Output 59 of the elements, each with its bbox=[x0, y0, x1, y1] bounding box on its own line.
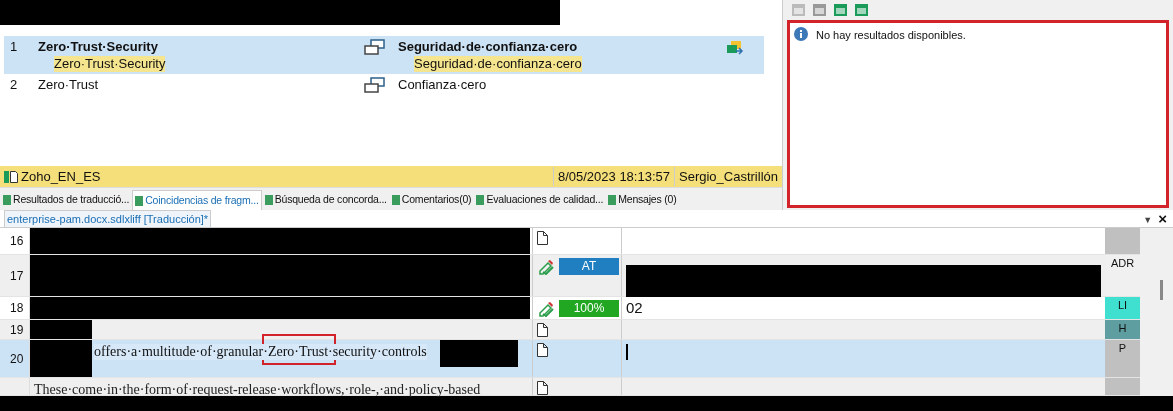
document-icon bbox=[537, 323, 548, 337]
target-text: 02 bbox=[626, 299, 643, 317]
source-term: Zero·Trust·Security bbox=[38, 38, 159, 56]
info-icon bbox=[794, 27, 808, 41]
match-date: 8/05/2023 18:13:57 bbox=[552, 166, 674, 187]
target-subterm: Seguridad·de·confianza·cero bbox=[414, 56, 582, 72]
tab-icon bbox=[476, 195, 485, 205]
tab-icon bbox=[608, 195, 617, 205]
pen-check-icon bbox=[537, 300, 555, 317]
text-cursor bbox=[626, 344, 628, 360]
segment-row[interactable]: 16 bbox=[0, 228, 1140, 255]
match-user: Sergio_Castrillón bbox=[674, 166, 782, 187]
apply-icon[interactable] bbox=[726, 40, 744, 56]
linked-windows-icon bbox=[364, 39, 386, 55]
document-tab[interactable]: enterprise-pam.docx.sdlxliff [Traducción]* bbox=[4, 209, 212, 227]
panel-tab[interactable]: Evaluaciones de calidad... bbox=[474, 190, 606, 210]
segment-row[interactable]: 17 AT ADR bbox=[0, 255, 1140, 297]
toolbar-icon[interactable] bbox=[854, 3, 869, 17]
memory-name: Zoho_EN_ES bbox=[21, 167, 102, 186]
toolbar-icon[interactable] bbox=[833, 3, 848, 17]
panel-tab[interactable]: Mensajes (0) bbox=[606, 190, 679, 210]
toolbar-icon[interactable] bbox=[812, 3, 827, 17]
segment-row[interactable]: 20 offers·a·multitude·of·granular·Zero·Trust·security·controls P bbox=[0, 340, 1140, 378]
source-text: offers·a·multitude·of·granular·Zero·Trust·security·controls bbox=[94, 344, 427, 360]
structure-cell: H bbox=[1105, 320, 1140, 339]
match-row[interactable]: 1 Zero·Trust·Security Zero·Trust·Security Seguridad·de·confianza·cero Seguridad·de·confianza·cero bbox=[4, 36, 764, 74]
source-subterm: Zero·Trust·Security bbox=[54, 56, 166, 72]
memory-icon bbox=[3, 168, 19, 185]
panel-tab[interactable]: Búsqueda de concorda... bbox=[262, 190, 389, 210]
structure-cell: P bbox=[1105, 340, 1140, 377]
structure-cell: LI bbox=[1105, 297, 1140, 319]
segment-row[interactable]: 18 100% 02 LI bbox=[0, 297, 1140, 320]
document-icon bbox=[537, 381, 548, 395]
document-icon bbox=[537, 231, 548, 245]
target-term: Confianza·cero bbox=[398, 76, 488, 94]
tab-icon bbox=[391, 195, 400, 205]
source-text: These·come·in·the·form·of·request-release·workflows,·role-,·and·policy-based bbox=[34, 382, 481, 398]
tab-icon bbox=[264, 195, 273, 205]
dropdown-button[interactable]: ▼ bbox=[1143, 213, 1153, 227]
close-button[interactable]: × bbox=[1158, 211, 1167, 227]
segment-row[interactable]: 19 H bbox=[0, 320, 1140, 340]
source-term: Zero·Trust bbox=[38, 76, 100, 94]
panel-tab[interactable]: Resultados de traducció... bbox=[1, 190, 132, 210]
document-icon bbox=[537, 343, 548, 357]
tab-icon bbox=[3, 195, 11, 205]
linked-windows-icon bbox=[364, 77, 386, 93]
target-term: Seguridad·de·confianza·cero bbox=[398, 38, 579, 56]
pen-check-icon bbox=[537, 258, 555, 275]
scrollbar-thumb[interactable] bbox=[1160, 280, 1163, 300]
panel-tab[interactable]: Coincidencias de fragm... bbox=[132, 190, 262, 210]
tab-icon bbox=[135, 195, 144, 206]
row-number: 2 bbox=[9, 76, 19, 94]
row-number: 1 bbox=[9, 38, 19, 56]
info-message: No hay resultados disponibles. bbox=[816, 28, 966, 43]
toolbar-icon[interactable] bbox=[791, 3, 806, 17]
panel-tab[interactable]: Comentarios(0) bbox=[389, 190, 474, 210]
match-badge: 100% bbox=[559, 300, 619, 317]
status-badge: AT bbox=[559, 258, 619, 275]
segment-row[interactable]: These·come·in·the·form·of·request-release·workflows,·role-,·and·policy-based bbox=[0, 378, 1140, 396]
